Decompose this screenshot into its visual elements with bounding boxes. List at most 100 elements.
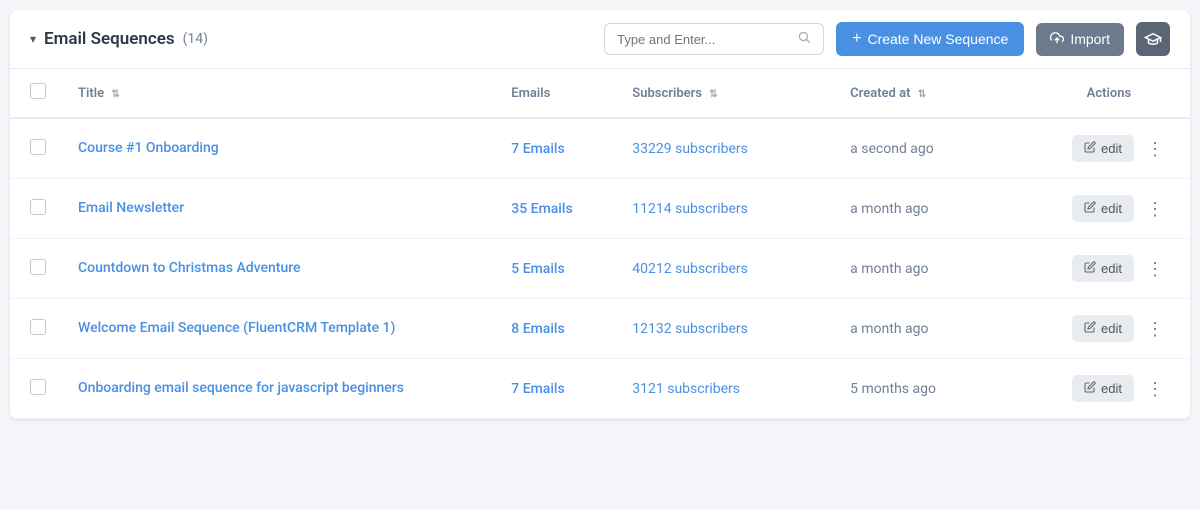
table-row: Onboarding email sequence for javascript… [10,359,1190,419]
row-checkbox-3[interactable] [30,319,46,335]
row-created-value-3: a month ago [850,321,928,337]
actions-group-4: edit ⋮ [1044,375,1170,402]
row-created-value-0: a second ago [850,141,934,157]
edit-pencil-icon-4 [1084,381,1096,396]
row-emails-value-1: 35 Emails [511,201,572,217]
row-checkbox-0[interactable] [30,139,46,155]
row-created-cell: a month ago [834,239,1028,299]
sequence-title-link-1[interactable]: Email Newsletter [78,200,184,216]
more-options-button-4[interactable]: ⋮ [1140,378,1170,400]
row-checkbox-cell [10,299,62,359]
row-emails-value-2: 5 Emails [511,261,564,277]
select-all-checkbox[interactable] [30,83,46,99]
row-actions-cell: edit ⋮ [1028,359,1190,419]
th-created[interactable]: Created at ⇅ [834,69,1028,118]
sequence-title-link-4[interactable]: Onboarding email sequence for javascript… [78,380,404,396]
row-created-value-4: 5 months ago [850,381,936,397]
row-subscribers-cell: 12132 subscribers [616,299,834,359]
page-header: ▾ Email Sequences (14) + Create New Sequ… [10,10,1190,69]
import-button[interactable]: Import [1036,23,1124,56]
title-area: ▾ Email Sequences (14) [30,29,592,49]
th-actions-label: Actions [1087,86,1132,101]
more-options-button-2[interactable]: ⋮ [1140,258,1170,280]
edit-button-1[interactable]: edit [1072,195,1134,222]
table-row: Countdown to Christmas Adventure 5 Email… [10,239,1190,299]
sequence-title-link-3[interactable]: Welcome Email Sequence (FluentCRM Templa… [78,320,395,336]
table-row: Email Newsletter 35 Emails 11214 subscri… [10,179,1190,239]
th-title-label: Title [78,86,104,101]
search-icon [797,30,811,48]
row-actions-cell: edit ⋮ [1028,179,1190,239]
row-emails-cell: 35 Emails [495,179,616,239]
th-title[interactable]: Title ⇅ [62,69,495,118]
search-input[interactable] [617,32,789,47]
row-subscribers-value-0: 33229 subscribers [632,141,748,157]
row-emails-value-4: 7 Emails [511,381,564,397]
row-subscribers-cell: 11214 subscribers [616,179,834,239]
edit-button-0[interactable]: edit [1072,135,1134,162]
graduation-icon-button[interactable] [1136,22,1170,56]
actions-group-1: edit ⋮ [1044,195,1170,222]
row-subscribers-cell: 40212 subscribers [616,239,834,299]
table-row: Course #1 Onboarding 7 Emails 33229 subs… [10,118,1190,179]
th-subscribers[interactable]: Subscribers ⇅ [616,69,834,118]
row-subscribers-value-1: 11214 subscribers [632,201,748,217]
row-checkbox-1[interactable] [30,199,46,215]
edit-btn-label-1: edit [1101,201,1122,216]
row-checkbox-2[interactable] [30,259,46,275]
sequence-title-link-0[interactable]: Course #1 Onboarding [78,140,219,156]
row-subscribers-cell: 3121 subscribers [616,359,834,419]
row-title-cell: Email Newsletter [62,179,495,239]
edit-button-4[interactable]: edit [1072,375,1134,402]
row-checkbox-cell [10,239,62,299]
more-options-button-1[interactable]: ⋮ [1140,198,1170,220]
create-sequence-button[interactable]: + Create New Sequence [836,22,1024,56]
th-checkbox [10,69,62,118]
edit-btn-label-3: edit [1101,321,1122,336]
row-emails-cell: 7 Emails [495,118,616,179]
more-options-button-3[interactable]: ⋮ [1140,318,1170,340]
row-actions-cell: edit ⋮ [1028,239,1190,299]
row-checkbox-cell [10,179,62,239]
th-actions: Actions [1028,69,1190,118]
th-emails: Emails [495,69,616,118]
row-created-cell: a second ago [834,118,1028,179]
row-checkbox-4[interactable] [30,379,46,395]
edit-pencil-icon-1 [1084,201,1096,216]
actions-group-2: edit ⋮ [1044,255,1170,282]
row-created-cell: 5 months ago [834,359,1028,419]
edit-button-3[interactable]: edit [1072,315,1134,342]
row-checkbox-cell [10,118,62,179]
row-emails-value-3: 8 Emails [511,321,564,337]
subscribers-sort-icon[interactable]: ⇅ [709,89,717,100]
row-title-cell: Onboarding email sequence for javascript… [62,359,495,419]
row-subscribers-cell: 33229 subscribers [616,118,834,179]
edit-pencil-icon-2 [1084,261,1096,276]
row-created-value-2: a month ago [850,261,928,277]
row-actions-cell: edit ⋮ [1028,299,1190,359]
title-sort-icon[interactable]: ⇅ [111,89,119,100]
upload-icon [1050,31,1064,48]
collapse-icon[interactable]: ▾ [30,32,36,46]
created-sort-icon[interactable]: ⇅ [918,89,926,100]
sequences-table-container: Title ⇅ Emails Subscribers ⇅ Created at … [10,69,1190,419]
sequence-count: (14) [183,31,208,47]
th-subscribers-label: Subscribers [632,86,702,101]
sequences-table: Title ⇅ Emails Subscribers ⇅ Created at … [10,69,1190,419]
actions-group-0: edit ⋮ [1044,135,1170,162]
search-box [604,23,824,55]
actions-group-3: edit ⋮ [1044,315,1170,342]
row-title-cell: Course #1 Onboarding [62,118,495,179]
th-created-label: Created at [850,86,910,101]
edit-button-2[interactable]: edit [1072,255,1134,282]
page-title: Email Sequences [44,29,175,49]
sequence-title-link-2[interactable]: Countdown to Christmas Adventure [78,260,301,276]
edit-pencil-icon-3 [1084,321,1096,336]
more-options-button-0[interactable]: ⋮ [1140,138,1170,160]
create-button-label: Create New Sequence [867,31,1008,47]
row-subscribers-value-3: 12132 subscribers [632,321,748,337]
row-actions-cell: edit ⋮ [1028,118,1190,179]
row-emails-cell: 7 Emails [495,359,616,419]
edit-btn-label-0: edit [1101,141,1122,156]
row-title-cell: Countdown to Christmas Adventure [62,239,495,299]
